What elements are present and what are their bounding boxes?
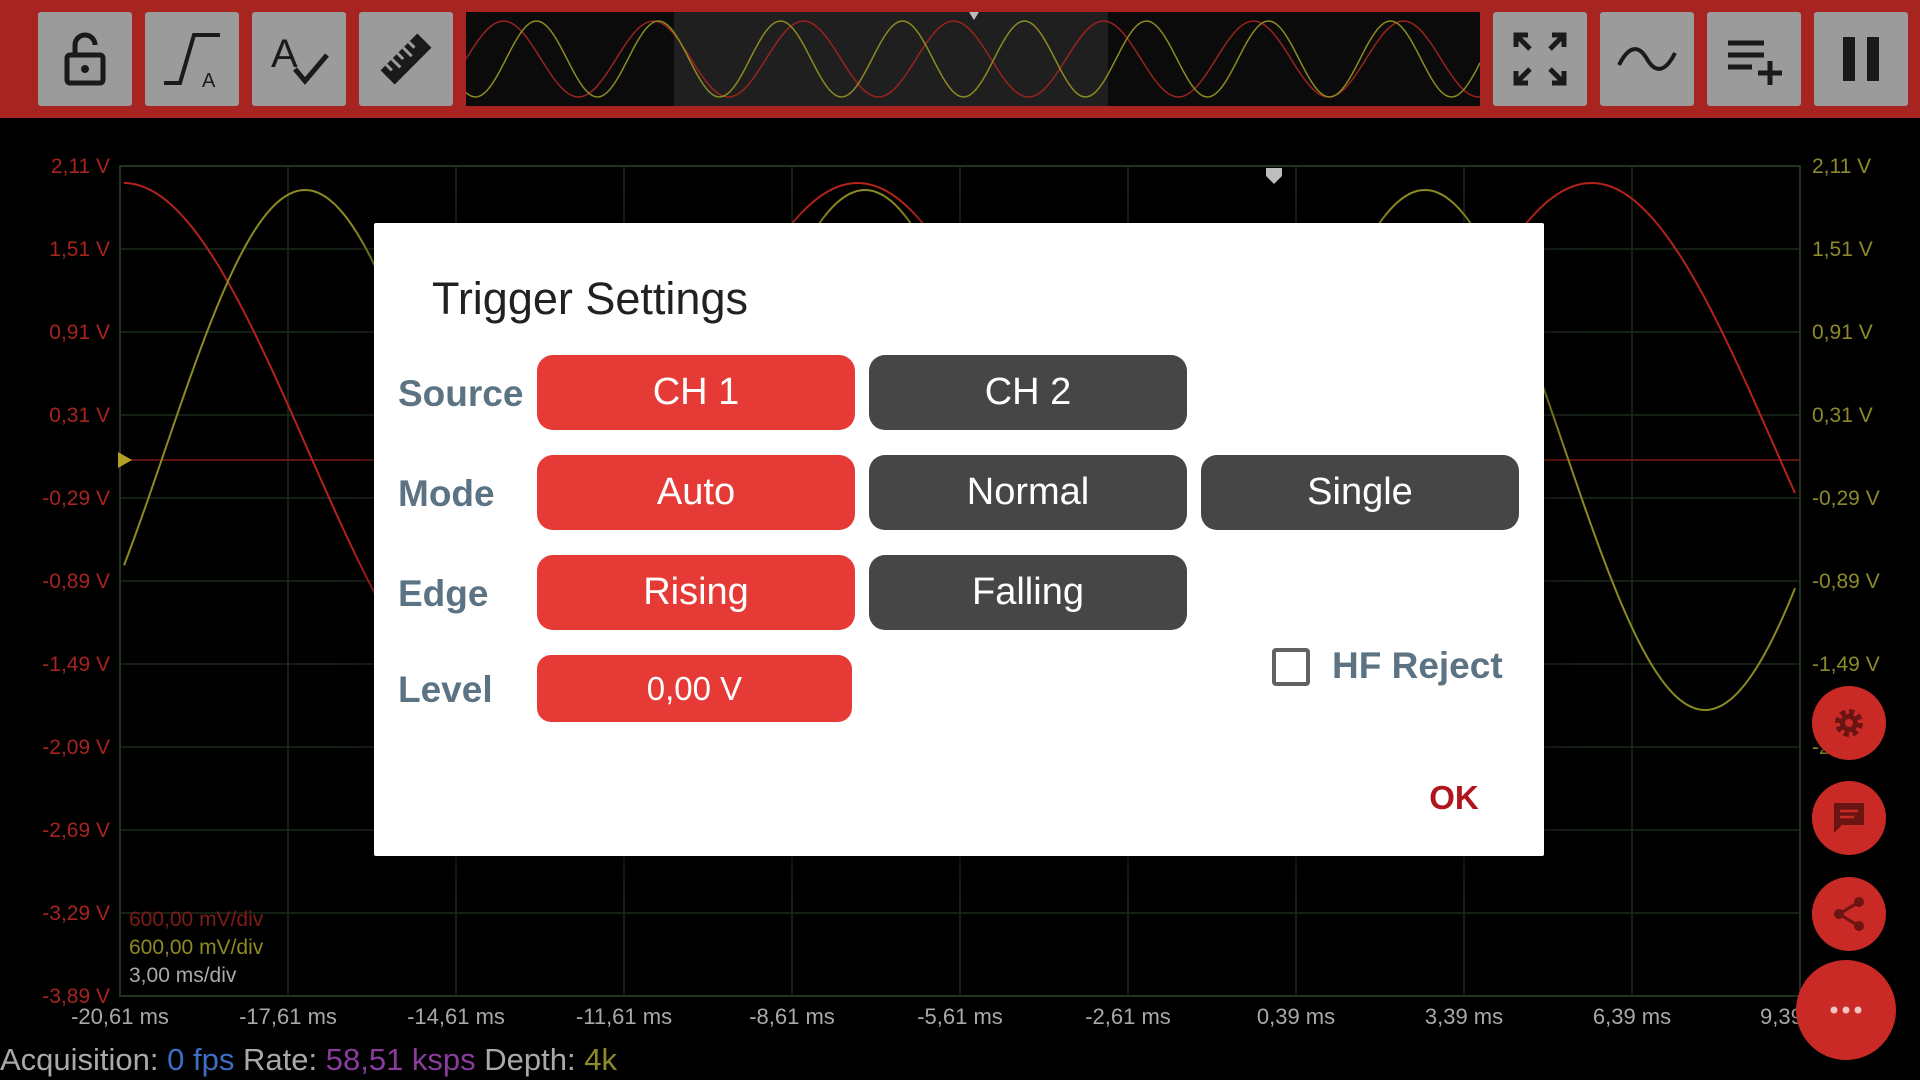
ch1-y-tick-label: -2,69 V: [42, 819, 110, 842]
ch1-y-tick-label: -0,89 V: [42, 570, 110, 593]
rate-label: Rate:: [243, 1042, 318, 1077]
ch2-y-tick-label: 0,31 V: [1812, 404, 1873, 427]
ch1-y-tick-label: 0,91 V: [49, 321, 110, 344]
level-value-button[interactable]: 0,00 V: [537, 655, 852, 722]
ch2-y-tick-label: -0,29 V: [1812, 487, 1880, 510]
x-tick-label: -5,61 ms: [917, 1004, 1003, 1029]
source-ch1-button[interactable]: CH 1: [537, 355, 855, 430]
chat-fab[interactable]: [1812, 781, 1886, 855]
ch1-y-tick-label: -3,29 V: [42, 902, 110, 925]
ch2-y-tick-label: 1,51 V: [1812, 238, 1873, 261]
x-tick-label: -8,61 ms: [749, 1004, 835, 1029]
trigger-level-marker[interactable]: [118, 452, 132, 468]
more-icon: [1830, 1006, 1862, 1014]
hf-reject-label[interactable]: HF Reject: [1332, 645, 1503, 687]
mode-label: Mode: [398, 473, 495, 514]
dialog-title: Trigger Settings: [432, 273, 748, 324]
edge-label: Edge: [398, 573, 489, 614]
mode-auto-button[interactable]: Auto: [537, 455, 855, 530]
status-bar: Acquisition: 0 fps Rate: 58,51 ksps Dept…: [0, 1042, 617, 1080]
more-fab[interactable]: [1796, 960, 1896, 1060]
mode-single-button[interactable]: Single: [1201, 455, 1519, 530]
source-ch2-button[interactable]: CH 2: [869, 355, 1187, 430]
ch1-y-tick-label: 1,51 V: [49, 238, 110, 261]
settings-fab[interactable]: [1812, 686, 1886, 760]
level-label: Level: [398, 669, 493, 710]
x-tick-label: 3,39 ms: [1424, 1004, 1504, 1029]
source-label: Source: [398, 373, 524, 414]
timebase-scale: 3,00 ms/div: [129, 964, 237, 987]
ch1-y-tick-label: -2,09 V: [42, 736, 110, 759]
ch1-y-tick-label: -1,49 V: [42, 653, 110, 676]
edge-falling-button[interactable]: Falling: [869, 555, 1187, 630]
ch1-y-tick-label: 0,31 V: [49, 404, 110, 427]
ch1-y-tick-label: 2,11 V: [50, 155, 110, 178]
rate-value: 58,51 ksps: [325, 1042, 476, 1077]
trigger-settings-dialog: Trigger Settings Source CH 1 CH 2 Mode A…: [374, 223, 1544, 856]
ch2-y-tick-label: 0,91 V: [1812, 321, 1873, 344]
share-fab[interactable]: [1812, 877, 1886, 951]
depth-value: 4k: [584, 1042, 618, 1077]
x-tick-label: -14,61 ms: [407, 1004, 505, 1029]
trigger-time-marker[interactable]: [1266, 168, 1282, 184]
ok-button[interactable]: OK: [1410, 768, 1498, 828]
fps-value: 0 fps: [167, 1042, 235, 1077]
ch2-y-tick-label: -1,49 V: [1812, 653, 1880, 676]
ch2-scale: 600,00 mV/div: [129, 936, 264, 959]
ch2-y-tick-label: 2,11 V: [1812, 155, 1872, 178]
chat-icon: [1834, 803, 1864, 833]
acquisition-label: Acquisition:: [0, 1042, 159, 1077]
ch2-y-tick-label: -0,89 V: [1812, 570, 1880, 593]
ch1-y-tick-label: -0,29 V: [42, 487, 110, 510]
ch1-scale: 600,00 mV/div: [129, 908, 264, 931]
depth-label: Depth:: [484, 1042, 576, 1077]
mode-normal-button[interactable]: Normal: [869, 455, 1187, 530]
share-icon: [1834, 897, 1864, 931]
x-tick-label: 6,39 ms: [1592, 1004, 1672, 1029]
x-tick-label: -2,61 ms: [1085, 1004, 1171, 1029]
x-tick-label: 0,39 ms: [1256, 1004, 1336, 1029]
x-tick-label: -11,61 ms: [575, 1004, 673, 1029]
x-tick-label: -17,61 ms: [239, 1004, 337, 1029]
gear-icon: [1835, 709, 1863, 737]
edge-rising-button[interactable]: Rising: [537, 555, 855, 630]
hf-reject-checkbox[interactable]: [1272, 648, 1310, 686]
x-tick-label: -20,61 ms: [71, 1004, 169, 1029]
